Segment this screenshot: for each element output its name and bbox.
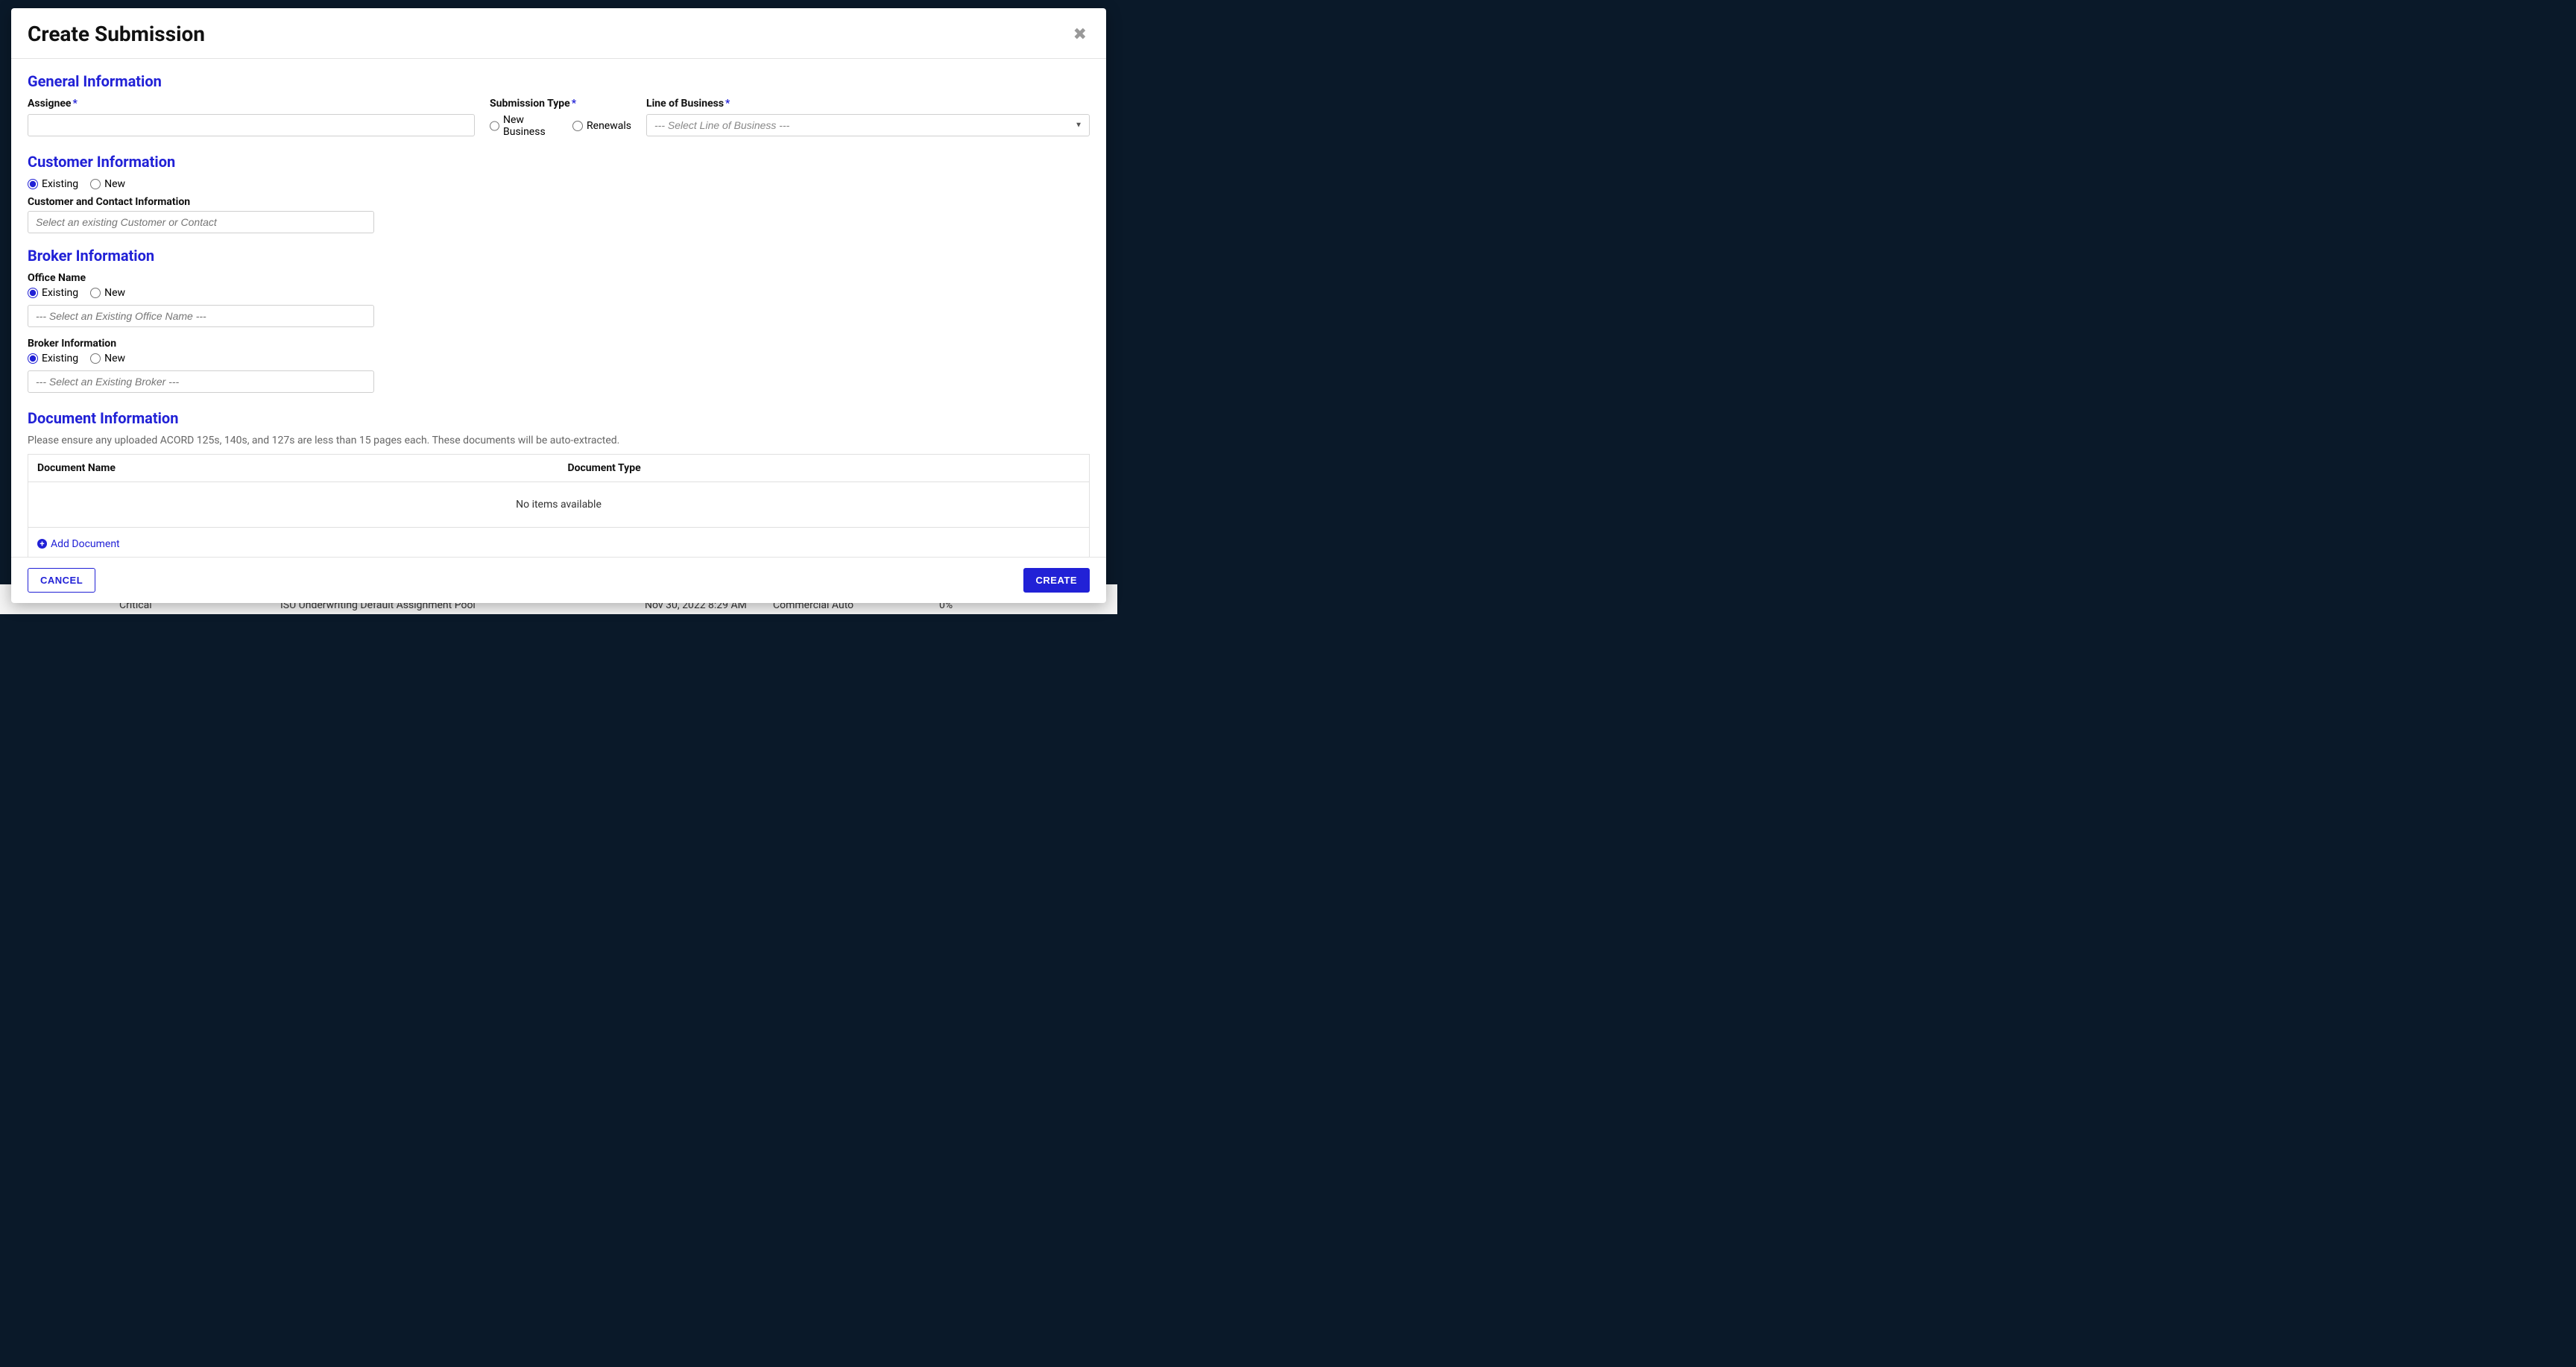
submission-type-label-text: Submission Type <box>490 98 570 110</box>
document-table-footer: + Add Document <box>28 527 1089 557</box>
lob-select-wrap: ▼ <box>646 114 1090 136</box>
radio-broker-existing-label: Existing <box>42 353 78 364</box>
broker-info-label: Broker Information <box>28 338 1090 350</box>
lob-label-text: Line of Business <box>646 98 724 110</box>
col-document-type: Document Type <box>559 455 1090 482</box>
modal-title: Create Submission <box>28 22 205 46</box>
submission-type-label: Submission Type* <box>490 98 631 110</box>
broker-exist-radios: Existing New <box>28 353 1090 364</box>
create-button[interactable]: CREATE <box>1023 568 1090 593</box>
add-document-label: Add Document <box>51 538 120 550</box>
modal-footer: CANCEL CREATE <box>11 557 1106 603</box>
cci-label: Customer and Contact Information <box>28 196 1090 208</box>
section-broker-title: Broker Information <box>28 247 1090 265</box>
radio-office-new-label: New <box>104 287 125 299</box>
required-mark: * <box>572 98 576 110</box>
radio-broker-new-input[interactable] <box>90 353 101 364</box>
submission-type-radios: New Business Renewals <box>490 114 631 138</box>
cancel-button[interactable]: CANCEL <box>28 568 95 593</box>
radio-broker-new-label: New <box>104 353 125 364</box>
radio-broker-new[interactable]: New <box>90 353 125 364</box>
document-hint: Please ensure any uploaded ACORD 125s, 1… <box>28 435 1090 446</box>
radio-renewals-input[interactable] <box>572 121 583 131</box>
radio-new-business-input[interactable] <box>490 121 499 131</box>
radio-office-existing-input[interactable] <box>28 288 38 298</box>
radio-office-new-input[interactable] <box>90 288 101 298</box>
col-document-name: Document Name <box>28 455 559 482</box>
radio-customer-existing[interactable]: Existing <box>28 178 78 190</box>
office-name-input[interactable] <box>28 305 374 327</box>
create-submission-modal: Create Submission ✖ General Information … <box>11 8 1106 603</box>
broker-input[interactable] <box>28 370 374 393</box>
radio-new-business-label: New Business <box>503 114 561 138</box>
lob-select[interactable] <box>646 114 1090 136</box>
radio-customer-new-label: New <box>104 178 125 190</box>
office-name-label: Office Name <box>28 272 1090 284</box>
lob-field: Line of Business* ▼ <box>646 98 1090 144</box>
radio-customer-existing-label: Existing <box>42 178 78 190</box>
assignee-input[interactable] <box>28 114 475 136</box>
assignee-label: Assignee* <box>28 98 475 110</box>
radio-broker-existing-input[interactable] <box>28 353 38 364</box>
plus-circle-icon: + <box>37 539 47 549</box>
customer-exist-radios: Existing New <box>28 178 1090 190</box>
radio-customer-existing-input[interactable] <box>28 179 38 189</box>
radio-office-existing[interactable]: Existing <box>28 287 78 299</box>
radio-office-existing-label: Existing <box>42 287 78 299</box>
document-table: Document Name Document Type No items ava… <box>28 454 1090 557</box>
section-customer-title: Customer Information <box>28 153 1090 171</box>
section-general-title: General Information <box>28 72 1090 90</box>
modal-body[interactable]: General Information Assignee* Submission… <box>11 59 1106 557</box>
radio-office-new[interactable]: New <box>90 287 125 299</box>
assignee-field: Assignee* <box>28 98 475 144</box>
radio-customer-new-input[interactable] <box>90 179 101 189</box>
radio-renewals[interactable]: Renewals <box>572 120 631 132</box>
required-mark: * <box>72 98 77 110</box>
document-table-header: Document Name Document Type <box>28 455 1089 482</box>
radio-broker-existing[interactable]: Existing <box>28 353 78 364</box>
close-button[interactable]: ✖ <box>1070 26 1090 42</box>
modal-header: Create Submission ✖ <box>11 8 1106 59</box>
general-row: Assignee* Submission Type* New Business … <box>28 98 1090 144</box>
section-document-title: Document Information <box>28 409 1090 427</box>
assignee-label-text: Assignee <box>28 98 71 110</box>
radio-new-business[interactable]: New Business <box>490 114 561 138</box>
add-document-link[interactable]: + Add Document <box>37 538 120 550</box>
radio-customer-new[interactable]: New <box>90 178 125 190</box>
radio-renewals-label: Renewals <box>587 120 631 132</box>
submission-type-field: Submission Type* New Business Renewals <box>490 98 631 144</box>
close-icon: ✖ <box>1073 25 1087 43</box>
document-empty-state: No items available <box>28 482 1089 527</box>
office-exist-radios: Existing New <box>28 287 1090 299</box>
required-mark: * <box>725 98 730 110</box>
lob-label: Line of Business* <box>646 98 1090 110</box>
cci-input[interactable] <box>28 211 374 233</box>
